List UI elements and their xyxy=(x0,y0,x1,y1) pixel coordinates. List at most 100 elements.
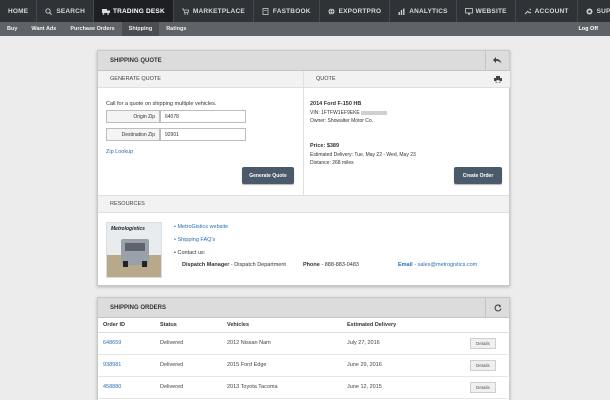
globe-icon xyxy=(328,7,335,15)
subnav-item-purchase-orders[interactable]: Purchase Orders xyxy=(63,22,121,36)
nav-item-home[interactable]: HOME xyxy=(0,0,38,22)
order-actions: Details xyxy=(452,376,508,399)
nav-item-trading-desk[interactable]: TRADING DESK xyxy=(93,0,174,22)
quote-header: QUOTE xyxy=(304,71,510,88)
nav-item-label: MARKETPLACE xyxy=(192,7,245,15)
nav-item-label: SEARCH xyxy=(56,7,85,15)
dispatch-manager-info: Dispatch Manager - Dispatch Department xyxy=(182,262,286,268)
resources-header: RESOURCES xyxy=(98,196,509,213)
origin-zip-label: Origin Zip xyxy=(106,110,160,123)
generate-quote-section: GENERATE QUOTE Call for a quote on shipp… xyxy=(98,71,304,195)
col-vehicles: Vehicles xyxy=(222,318,342,333)
truck-icon xyxy=(101,8,110,15)
nav-item-label: ACCOUNT xyxy=(534,7,569,15)
col-order-id: Order ID xyxy=(98,318,155,333)
book-icon xyxy=(262,7,269,15)
log-off-link[interactable]: Log Off xyxy=(578,22,598,36)
monitor-icon xyxy=(464,7,473,15)
order-actions: Details xyxy=(452,332,508,355)
order-id-link[interactable]: 938981 xyxy=(98,354,155,377)
phone-info: Phone - 888-883-0483 xyxy=(303,262,359,268)
nav-item-label: FASTBOOK xyxy=(272,7,311,15)
table-row: 648659 Delivered 2012 Nissan Nam July 27, 2… xyxy=(98,332,508,355)
refresh-icon[interactable] xyxy=(485,298,509,317)
email-info[interactable]: Email - sales@metrogistics.com xyxy=(398,262,477,268)
subnav-item-want-ads[interactable]: Want Ads xyxy=(24,22,63,36)
lifebuoy-icon xyxy=(586,8,593,15)
col-status: Status xyxy=(155,318,222,333)
shipping-orders-header: SHIPPING ORDERS xyxy=(98,298,509,318)
order-delivery: June 29, 2016 xyxy=(342,354,452,377)
shipping-quote-header: SHIPPING QUOTE xyxy=(98,51,509,71)
quote-vehicle: 2014 Ford F-150 HB xyxy=(310,101,362,107)
order-vehicle: 2015 Ford Edge xyxy=(222,354,342,377)
contact-us-label: • Contact us: xyxy=(174,250,206,256)
panel-title: SHIPPING QUOTE xyxy=(110,57,162,64)
order-status: Delivered xyxy=(155,332,222,355)
col-actions xyxy=(452,318,508,333)
order-delivery: July 27, 2016 xyxy=(342,332,452,355)
orders-header-row: Order ID Status Vehicles Estimated Deliv… xyxy=(98,318,508,333)
nav-item-label: SUPPORT xyxy=(596,7,610,15)
order-id-link[interactable]: 458880 xyxy=(98,376,155,399)
quote-intro: Call for a quote on shipping multiple ve… xyxy=(106,101,217,107)
cart-icon xyxy=(181,8,190,15)
details-button[interactable]: Details xyxy=(470,359,496,371)
orders-title: SHIPPING ORDERS xyxy=(110,304,167,311)
generate-quote-button[interactable]: Generate Quote xyxy=(242,167,294,184)
shipping-orders-panel: SHIPPING ORDERS Order ID Status Vehicles… xyxy=(97,297,510,400)
nav-item-label: HOME xyxy=(8,7,29,15)
chart-icon xyxy=(398,8,405,15)
col-estimated-delivery: Estimated Delivery xyxy=(342,318,452,333)
subnav-item-ratings[interactable]: Ratings xyxy=(159,22,193,36)
back-arrow-icon[interactable] xyxy=(485,51,509,70)
details-button[interactable]: Details xyxy=(470,337,496,349)
nav-item-label: TRADING DESK xyxy=(112,7,165,15)
quote-title: QUOTE xyxy=(316,76,336,82)
nav-item-website[interactable]: WEBSITE xyxy=(457,0,516,22)
resource-link-website[interactable]: • MetroGistics website xyxy=(174,224,228,230)
print-icon[interactable] xyxy=(494,76,502,85)
top-navigation: HOME SEARCH TRADING DESK MARKETPLACE FASTBOO… xyxy=(0,0,610,22)
shipping-quote-panel: SHIPPING QUOTE GENERATE QUOTE Call for a… xyxy=(97,50,510,286)
subnav-item-buy[interactable]: Buy xyxy=(0,22,24,36)
create-order-button[interactable]: Create Order xyxy=(454,167,502,184)
sub-navigation: Buy Want Ads Purchase Orders Shipping Rating… xyxy=(0,22,610,36)
nav-item-label: WEBSITE xyxy=(475,7,507,15)
order-vehicle: 2012 Nissan Nam xyxy=(222,332,342,355)
order-id-link[interactable]: 648659 xyxy=(98,332,155,355)
nav-item-exportpro[interactable]: EXPORTPRO xyxy=(320,0,391,22)
quote-price: Price: $389 xyxy=(310,143,340,149)
origin-zip-input[interactable]: 64078 xyxy=(160,110,246,123)
order-vehicle: 2013 Toyota Tacoma xyxy=(222,376,342,399)
quote-owner: Owner: Showalter Motor Co. xyxy=(310,118,374,124)
details-button[interactable]: Details xyxy=(470,381,496,393)
destination-zip-label: Destination Zip xyxy=(106,128,160,141)
resources-section: RESOURCES Metrologistics • MetroGistics … xyxy=(98,195,509,285)
orders-table: Order ID Status Vehicles Estimated Deliv… xyxy=(98,318,508,399)
order-delivery: June 12, 2015 xyxy=(342,376,452,399)
destination-zip-input[interactable]: 92901 xyxy=(160,128,246,141)
nav-item-support[interactable]: SUPPORT xyxy=(578,0,610,22)
resource-link-faq[interactable]: • Shipping FAQ's xyxy=(174,237,215,243)
quote-delivery: Estimated Delivery: Tue, May 22 - Wed, M… xyxy=(310,152,416,158)
nav-item-account[interactable]: ACCOUNT xyxy=(516,0,578,22)
wrench-icon xyxy=(524,8,532,15)
quote-section: QUOTE 2014 Ford F-150 HB VIN: 1FTFW1EF9E… xyxy=(304,71,510,195)
nav-item-fastbook[interactable]: FASTBOOK xyxy=(254,0,320,22)
order-status: Delivered xyxy=(155,376,222,399)
nav-item-search[interactable]: SEARCH xyxy=(37,0,94,22)
order-status: Delivered xyxy=(155,354,222,377)
quote-distance: Distance: 268 miles xyxy=(310,160,354,166)
search-icon xyxy=(45,7,53,15)
nav-item-marketplace[interactable]: MARKETPLACE xyxy=(174,0,254,22)
nav-item-label: EXPORTPRO xyxy=(338,7,382,15)
generate-quote-header: GENERATE QUOTE xyxy=(98,71,303,88)
nav-item-label: ANALYTICS xyxy=(409,7,448,15)
subnav-item-shipping[interactable]: Shipping xyxy=(121,22,160,36)
quote-vin: VIN: 1FTFW1EF9EKE xyxy=(310,110,387,116)
table-row: 938981 Delivered 2015 Ford Edge June 29, 20… xyxy=(98,354,508,377)
order-actions: Details xyxy=(452,354,508,377)
zip-lookup-link[interactable]: Zip Lookup xyxy=(106,149,133,155)
nav-item-analytics[interactable]: ANALYTICS xyxy=(390,0,457,22)
